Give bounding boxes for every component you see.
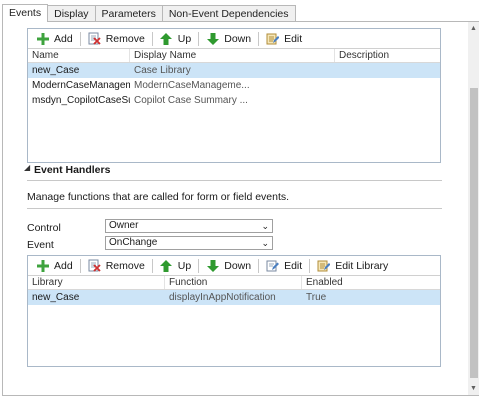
remove-handler-button[interactable]: Remove [84,256,149,275]
control-select[interactable]: Owner ⌄ [105,219,273,233]
arrow-up-icon [160,259,173,272]
handler-function: displayInAppNotification [169,292,276,303]
remove-icon [88,259,101,272]
arrow-up-icon [160,32,173,45]
arrow-down-icon [206,259,219,272]
event-handlers-box: Add Remove Up Down Edit Edit Library Lib… [27,255,441,367]
handlers-toolbar: Add Remove Up Down Edit Edit Library [28,256,440,275]
event-select[interactable]: OnChange ⌄ [105,236,273,250]
remove-library-button[interactable]: Remove [84,29,149,48]
add-icon [36,259,49,272]
vertical-scrollbar[interactable]: ▲ ▼ [468,22,479,395]
library-display-name: Case Library [134,65,191,76]
edit-library-button[interactable]: Edit [262,29,306,48]
add-label: Add [54,32,73,45]
table-row[interactable]: ModernCaseManageme... ModernCaseManageme… [28,78,440,93]
control-select-value: Owner [109,220,139,231]
libraries-header: Name Display Name Description [28,48,440,63]
toolbar-separator [79,258,81,273]
form-libraries-box: Add Remove Up Down Edit Name Display Nam… [27,28,441,163]
add-handler-button[interactable]: Add [32,256,77,275]
column-description[interactable]: Description [335,49,440,62]
up-label: Up [177,32,192,45]
toolbar-separator [79,31,81,46]
tab-events[interactable]: Events [2,4,49,22]
tab-parameters[interactable]: Parameters [94,5,163,22]
event-handlers-description: Manage functions that are called for for… [27,191,290,203]
toolbar-separator [258,258,260,273]
column-function[interactable]: Function [165,276,302,289]
add-label: Add [54,259,73,272]
move-up-button[interactable]: Up [156,256,195,275]
libraries-toolbar: Add Remove Up Down Edit [28,29,440,48]
table-row[interactable]: new_Case displayInAppNotification True [28,290,440,305]
add-library-button[interactable]: Add [32,29,77,48]
events-content: Add Remove Up Down Edit Name Display Nam… [12,24,464,394]
library-name: msdyn_CopilotCaseSum... [32,95,130,106]
up-label: Up [177,259,192,272]
edit-library-label: Edit Library [335,259,389,272]
down-label: Down [224,32,252,45]
control-label: Control [27,222,61,234]
column-library[interactable]: Library [28,276,165,289]
move-up-button[interactable]: Up [156,29,195,48]
edit-label: Edit [284,32,303,45]
event-handlers-title: Event Handlers [34,164,111,176]
table-row[interactable]: msdyn_CopilotCaseSum... Copilot Case Sum… [28,93,440,108]
collapse-triangle-icon[interactable]: ◢ [24,163,30,172]
column-name[interactable]: Name [28,49,130,62]
library-name: ModernCaseManageme... [32,80,130,91]
event-select-value: OnChange [109,237,158,248]
edit-label: Edit [284,259,303,272]
arrow-down-icon [206,32,219,45]
toolbar-separator [198,31,200,46]
toolbar-separator [258,31,260,46]
section-divider [27,208,442,209]
tab-display[interactable]: Display [47,5,96,22]
events-panel: Add Remove Up Down Edit Name Display Nam… [2,21,479,396]
tab-strip: Events Display Parameters Non-Event Depe… [2,4,296,22]
toolbar-separator [151,258,153,273]
remove-label: Remove [105,259,145,272]
toolbar-separator [309,258,311,273]
edit-library-button[interactable]: Edit Library [313,256,392,275]
event-label: Event [27,239,54,251]
down-label: Down [224,259,252,272]
library-description [335,78,440,93]
library-description [335,93,440,108]
add-icon [36,32,49,45]
remove-icon [88,32,101,45]
column-display-name[interactable]: Display Name [130,49,335,62]
chevron-down-icon: ⌄ [261,221,269,231]
remove-label: Remove [105,32,145,45]
column-enabled[interactable]: Enabled [302,276,440,289]
move-down-button[interactable]: Down [202,256,255,275]
section-divider [27,180,442,181]
scrollbar-thumb[interactable] [470,88,478,378]
edit-icon [266,32,280,45]
scroll-up-icon[interactable]: ▲ [468,23,479,34]
scroll-down-icon[interactable]: ▼ [468,383,479,394]
edit-pencil-icon [266,259,280,272]
library-name: new_Case [32,65,80,76]
handlers-header: Library Function Enabled [28,275,440,290]
library-description [335,63,440,78]
handler-library: new_Case [32,292,80,303]
table-row[interactable]: new_Case Case Library [28,63,440,78]
chevron-down-icon: ⌄ [261,238,269,248]
move-down-button[interactable]: Down [202,29,255,48]
toolbar-separator [151,31,153,46]
handler-enabled: True [306,292,327,303]
library-display-name: Copilot Case Summary ... [134,95,248,106]
edit-handler-button[interactable]: Edit [262,256,306,275]
library-display-name: ModernCaseManageme... [134,80,250,91]
toolbar-separator [198,258,200,273]
tab-non-event-dependencies[interactable]: Non-Event Dependencies [161,5,296,22]
edit-library-icon [317,259,331,272]
